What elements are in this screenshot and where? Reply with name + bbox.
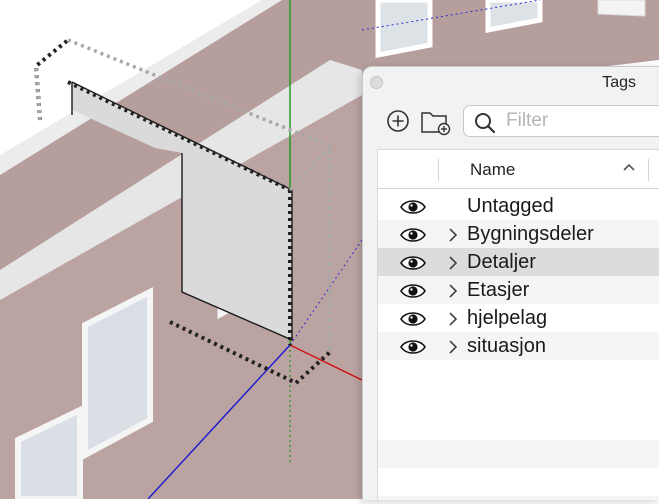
tag-row[interactable]: Bygningsdeler <box>378 220 659 248</box>
roof-window <box>597 0 646 17</box>
search-icon <box>475 113 496 134</box>
chevron-right-icon[interactable] <box>448 283 458 304</box>
panel-title: Tags <box>602 74 636 91</box>
tag-row[interactable]: Untagged <box>378 192 659 220</box>
tag-name: Etasjer <box>467 279 530 301</box>
tag-name: situasjon <box>467 335 546 357</box>
tag-name: Detaljer <box>467 251 536 273</box>
visibility-eye-icon[interactable] <box>400 227 426 248</box>
filter-search-box[interactable] <box>463 105 659 137</box>
filter-input[interactable] <box>506 109 656 133</box>
chevron-right-icon[interactable] <box>448 339 458 360</box>
visibility-eye-icon[interactable] <box>400 311 426 332</box>
panel-titlebar[interactable]: Tags <box>363 67 659 99</box>
column-header-name[interactable]: Name <box>470 160 515 180</box>
tag-name: Bygningsdeler <box>467 223 594 245</box>
add-tag-icon[interactable] <box>385 108 411 134</box>
visibility-eye-icon[interactable] <box>400 283 426 304</box>
tag-row[interactable]: Detaljer <box>378 248 659 276</box>
tag-row[interactable]: hjelpelag <box>378 304 659 332</box>
sort-ascending-icon[interactable] <box>622 162 636 172</box>
add-folder-icon[interactable] <box>420 108 452 136</box>
tags-list: Name Untagged Bygningsdeler Detaljer Etasje… <box>377 149 659 500</box>
visibility-eye-icon[interactable] <box>400 339 426 360</box>
tag-name: Untagged <box>467 195 554 217</box>
close-button[interactable] <box>370 76 383 89</box>
visibility-eye-icon[interactable] <box>400 255 426 276</box>
tag-row[interactable]: situasjon <box>378 332 659 360</box>
chevron-right-icon[interactable] <box>448 311 458 332</box>
visibility-eye-icon[interactable] <box>400 199 426 220</box>
tag-row[interactable]: Etasjer <box>378 276 659 304</box>
chevron-right-icon[interactable] <box>448 227 458 248</box>
chevron-right-icon[interactable] <box>448 255 458 276</box>
list-header: Name <box>378 150 659 189</box>
tag-name: hjelpelag <box>467 307 548 329</box>
tags-panel: Tags Name Untagged Bygningsdeler Detaljer E… <box>362 66 659 500</box>
